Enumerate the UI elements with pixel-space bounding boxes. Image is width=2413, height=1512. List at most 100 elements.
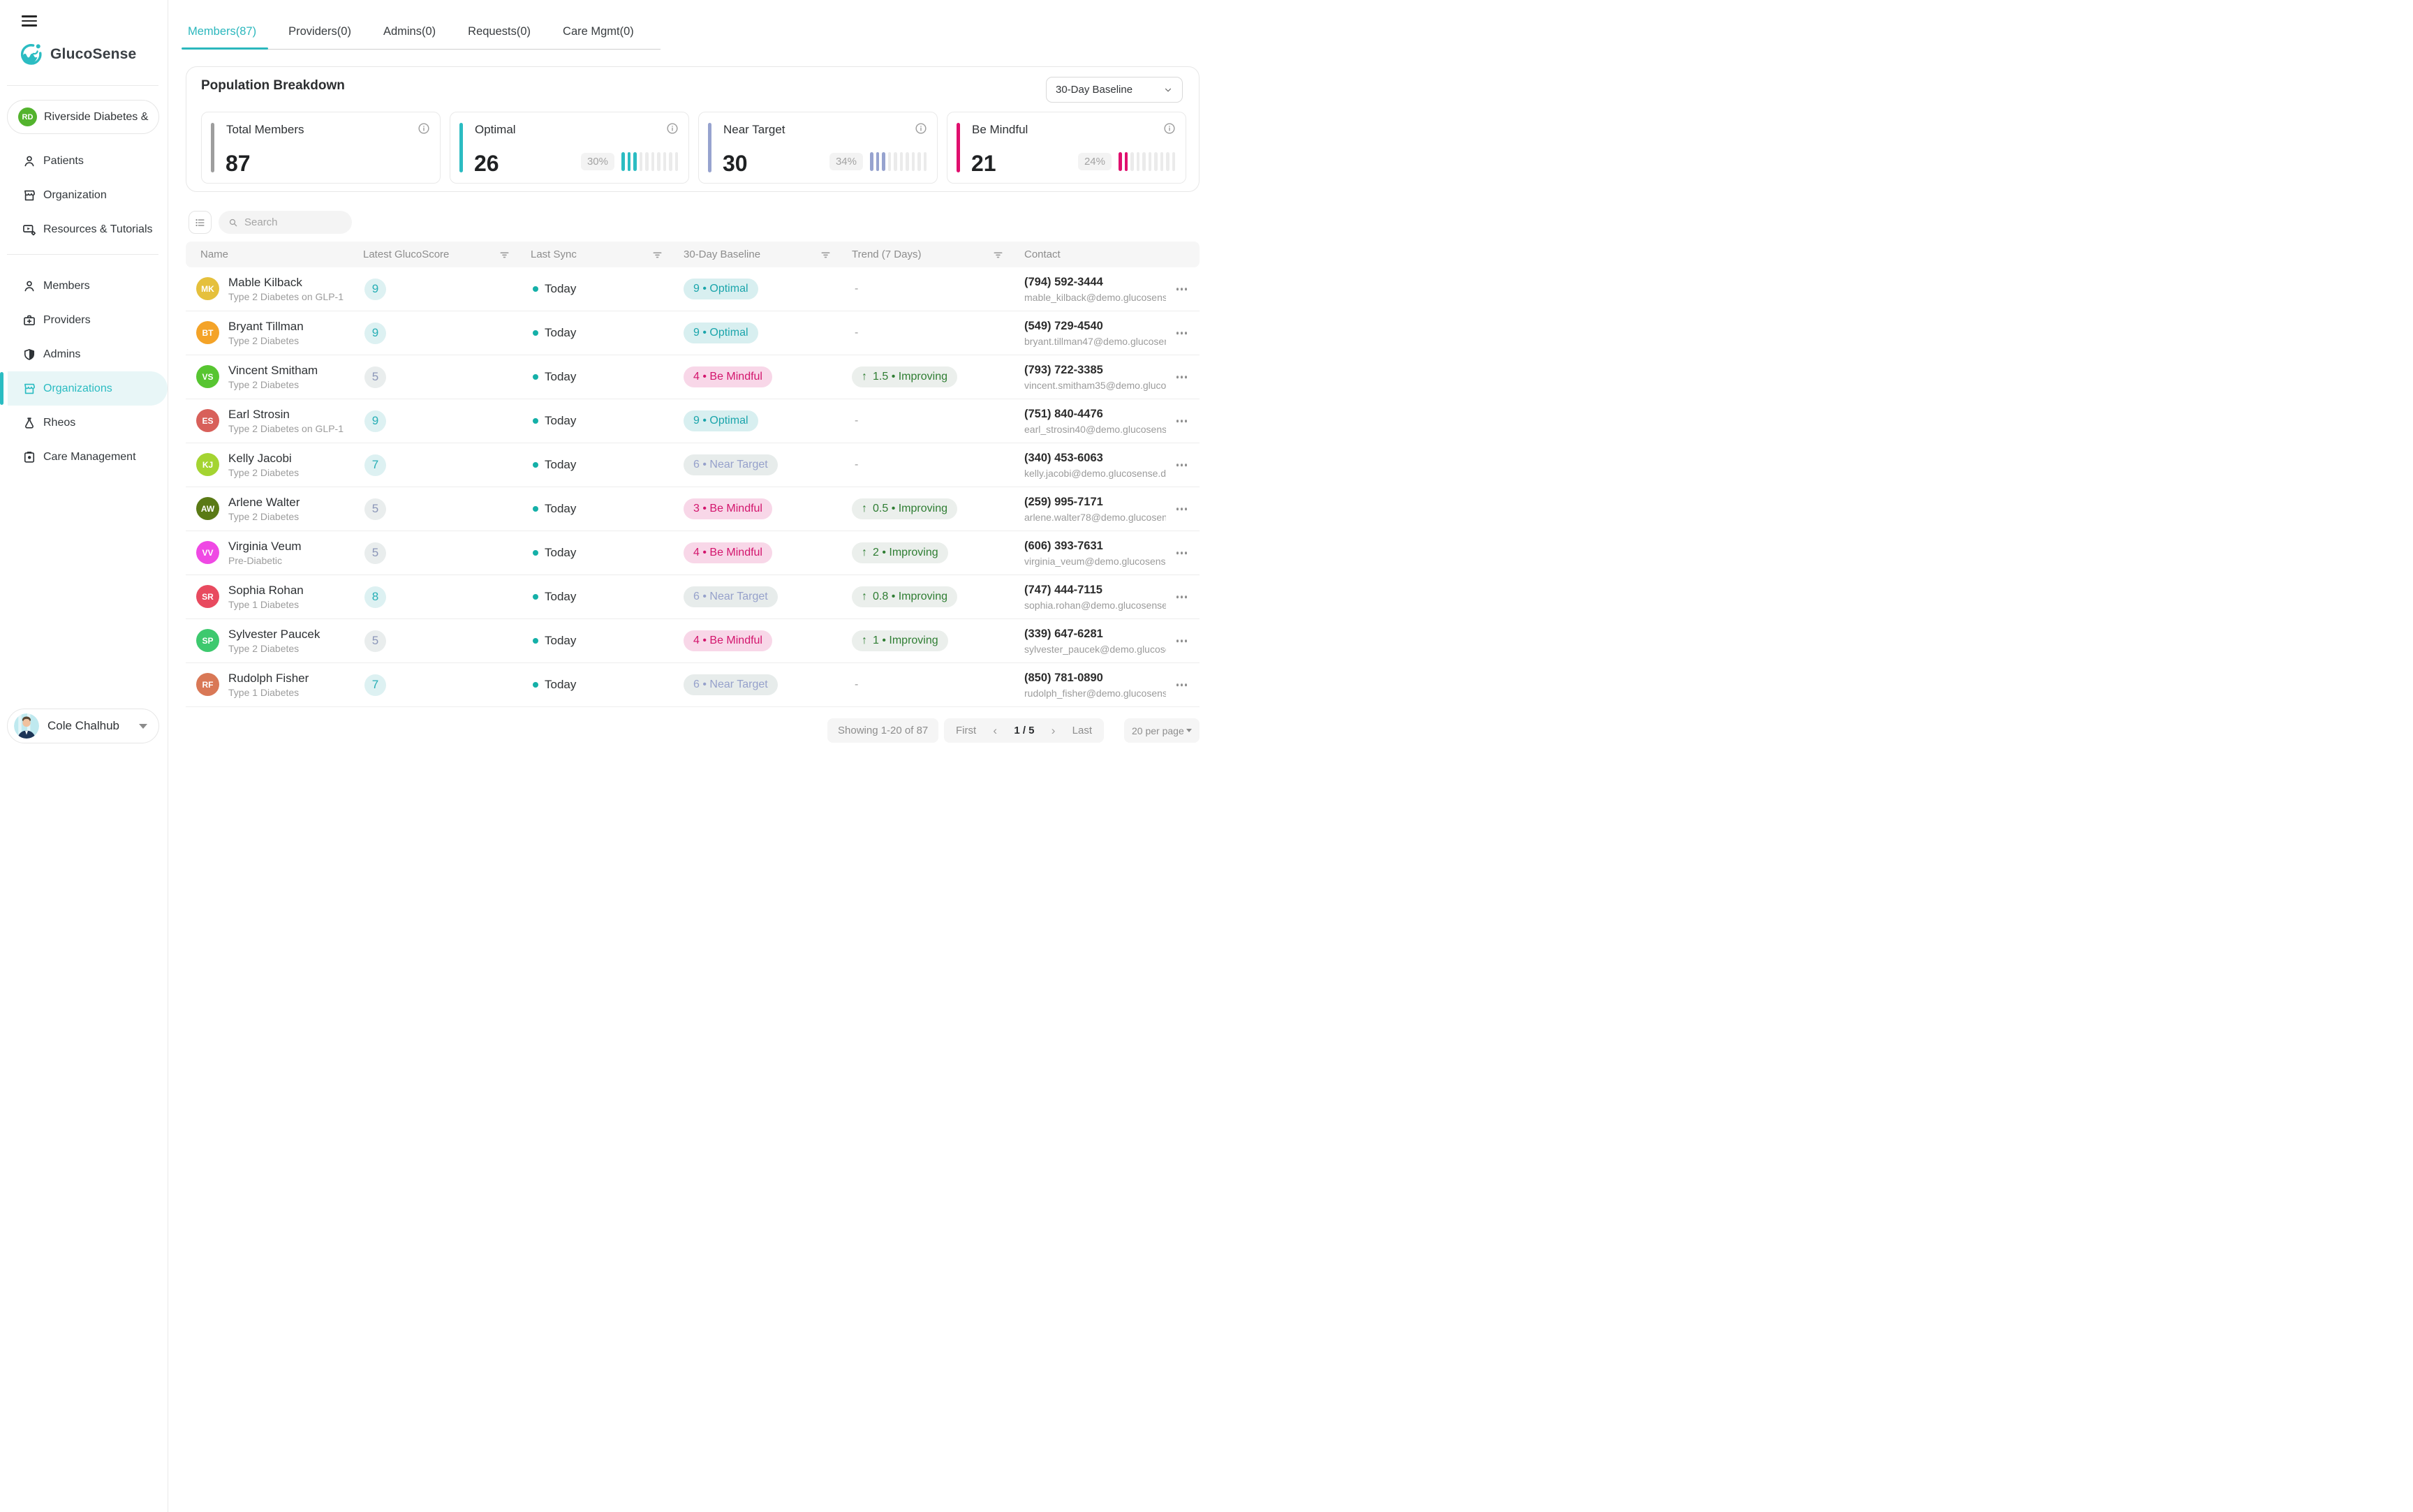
sidebar-item-resources-tutorials[interactable]: Resources & Tutorials: [0, 212, 168, 246]
user-menu[interactable]: Cole Chalhub: [7, 709, 159, 743]
row-actions-menu[interactable]: [1175, 547, 1189, 558]
mini-bar-chart: [1119, 152, 1175, 171]
tab-bar: Members(87) Providers(0) Admins(0) Requests…: [186, 25, 661, 50]
arrow-up-icon: ↑: [862, 635, 867, 647]
stat-percent: 34%: [829, 153, 863, 170]
hamburger-menu-button[interactable]: [22, 15, 37, 27]
table-row[interactable]: ESEarl StrosinType 2 Diabetes on GLP-19T…: [186, 399, 1200, 443]
info-icon[interactable]: [666, 122, 679, 135]
pagination-summary: Showing 1-20 of 87: [827, 718, 938, 743]
member-condition: Type 2 Diabetes on GLP-1: [228, 423, 344, 434]
trend-empty: -: [852, 327, 858, 339]
sidebar-item-rheos[interactable]: Rheos: [0, 406, 168, 440]
info-icon[interactable]: [1163, 122, 1176, 135]
pagination-last-button[interactable]: Last: [1072, 725, 1092, 736]
baseline-badge: 6 • Near Target: [684, 586, 778, 607]
org-selector[interactable]: RD Riverside Diabetes & En: [7, 100, 159, 134]
baseline-badge: 9 • Optimal: [684, 279, 758, 299]
member-name-cell: AWArlene WalterType 2 Diabetes: [186, 496, 363, 523]
view-toggle-button[interactable]: [189, 211, 212, 234]
baseline-badge: 6 • Near Target: [684, 674, 778, 695]
glucoscore-badge: 8: [364, 586, 386, 608]
last-sync-cell: Today: [531, 502, 684, 516]
row-actions-menu[interactable]: [1175, 679, 1189, 690]
sidebar-item-providers[interactable]: Providers: [0, 303, 168, 337]
glucoscore-badge: 7: [364, 674, 386, 696]
filter-icon[interactable]: [499, 249, 510, 260]
stat-accent-bar: [211, 123, 214, 172]
search-box[interactable]: [219, 211, 352, 234]
member-name: Sylvester Paucek: [228, 628, 320, 642]
table-row[interactable]: MKMable KilbackType 2 Diabetes on GLP-19…: [186, 267, 1200, 311]
sync-status-dot: [533, 682, 538, 688]
sidebar-item-organization[interactable]: Organization: [0, 178, 168, 212]
baseline-cell: 9 • Optimal: [684, 323, 852, 343]
row-actions-menu[interactable]: [1175, 635, 1189, 646]
table-row[interactable]: VSVincent SmithamType 2 Diabetes5Today4 …: [186, 355, 1200, 399]
sidebar-item-members[interactable]: Members: [0, 269, 168, 303]
row-actions-menu[interactable]: [1175, 415, 1189, 427]
info-icon[interactable]: [915, 122, 927, 135]
glucoscore-badge: 9: [364, 279, 386, 300]
baseline-range-select[interactable]: 30-Day Baseline: [1046, 77, 1183, 103]
per-page-select[interactable]: 20 per page: [1124, 718, 1200, 743]
glucoscore-cell: 8: [363, 586, 531, 608]
baseline-cell: 4 • Be Mindful: [684, 366, 852, 387]
table-row[interactable]: SRSophia RohanType 1 Diabetes8Today6 • N…: [186, 575, 1200, 619]
row-actions-menu[interactable]: [1175, 503, 1189, 514]
baseline-badge: 3 • Be Mindful: [684, 498, 772, 519]
sidebar: GlucoSense RD Riverside Diabetes & En Pa…: [0, 0, 168, 1512]
table-row[interactable]: BTBryant TillmanType 2 Diabetes9Today9 •…: [186, 311, 1200, 355]
row-actions-menu[interactable]: [1175, 591, 1189, 602]
stat-value: 30: [723, 151, 748, 177]
baseline-badge: 4 • Be Mindful: [684, 542, 772, 563]
contact-phone: (259) 995-7171: [1024, 496, 1166, 509]
avatar: VV: [196, 541, 219, 564]
member-name-cell: BTBryant TillmanType 2 Diabetes: [186, 320, 363, 347]
population-title: Population Breakdown: [201, 78, 345, 94]
divider: [7, 254, 158, 255]
tab-admins-0[interactable]: Admins(0): [381, 25, 438, 49]
stat-card-total-members: Total Members87: [201, 112, 441, 184]
tab-providers-0[interactable]: Providers(0): [286, 25, 353, 49]
row-actions-menu[interactable]: [1175, 459, 1189, 470]
sidebar-item-organizations[interactable]: Organizations: [8, 371, 168, 406]
sidebar-item-admins[interactable]: Admins: [0, 337, 168, 371]
column-header-last-sync: Last Sync: [531, 242, 684, 267]
filter-icon[interactable]: [652, 249, 663, 260]
contact-cell: (794) 592-3444mable_kilback@demo.glucose…: [1024, 276, 1200, 303]
pagination-prev-icon[interactable]: ‹: [993, 724, 997, 738]
row-actions-menu[interactable]: [1175, 327, 1189, 339]
contact-phone: (340) 453-6063: [1024, 452, 1166, 465]
caret-down-icon: [139, 724, 147, 729]
row-actions-menu[interactable]: [1175, 371, 1189, 383]
pagination-first-button[interactable]: First: [956, 725, 976, 736]
column-header-latest-glucoscore: Latest GlucoScore: [363, 242, 531, 267]
search-input[interactable]: [244, 216, 343, 228]
contact-email: mable_kilback@demo.glucosense.…: [1024, 292, 1166, 303]
sidebar-item-patients[interactable]: Patients: [0, 144, 168, 178]
contact-phone: (793) 722-3385: [1024, 364, 1166, 377]
last-sync-cell: Today: [531, 546, 684, 560]
tab-members-87[interactable]: Members(87): [186, 25, 258, 49]
tab-care-mgmt-0[interactable]: Care Mgmt(0): [561, 25, 636, 49]
info-icon[interactable]: [418, 122, 430, 135]
sync-status-dot: [533, 418, 538, 424]
table-row[interactable]: KJKelly JacobiType 2 Diabetes7Today6 • N…: [186, 443, 1200, 487]
tab-requests-0[interactable]: Requests(0): [466, 25, 533, 49]
table-row[interactable]: AWArlene WalterType 2 Diabetes5Today3 • …: [186, 487, 1200, 531]
table-row[interactable]: SPSylvester PaucekType 2 Diabetes5Today4…: [186, 619, 1200, 663]
member-condition: Type 2 Diabetes: [228, 467, 299, 478]
baseline-cell: 9 • Optimal: [684, 279, 852, 299]
table-row[interactable]: VVVirginia VeumPre-Diabetic5Today4 • Be …: [186, 531, 1200, 575]
filter-icon[interactable]: [820, 249, 831, 260]
row-actions-menu[interactable]: [1175, 283, 1189, 295]
filter-icon[interactable]: [993, 249, 1003, 260]
glucoscore-cell: 9: [363, 410, 531, 432]
table-row[interactable]: RFRudolph FisherType 1 Diabetes7Today6 •…: [186, 663, 1200, 707]
pagination-next-icon[interactable]: ›: [1051, 724, 1056, 738]
avatar: MK: [196, 277, 219, 300]
sidebar-item-care-management[interactable]: Care Management: [0, 440, 168, 474]
member-condition: Type 2 Diabetes: [228, 643, 320, 654]
trend-empty: -: [852, 459, 858, 470]
